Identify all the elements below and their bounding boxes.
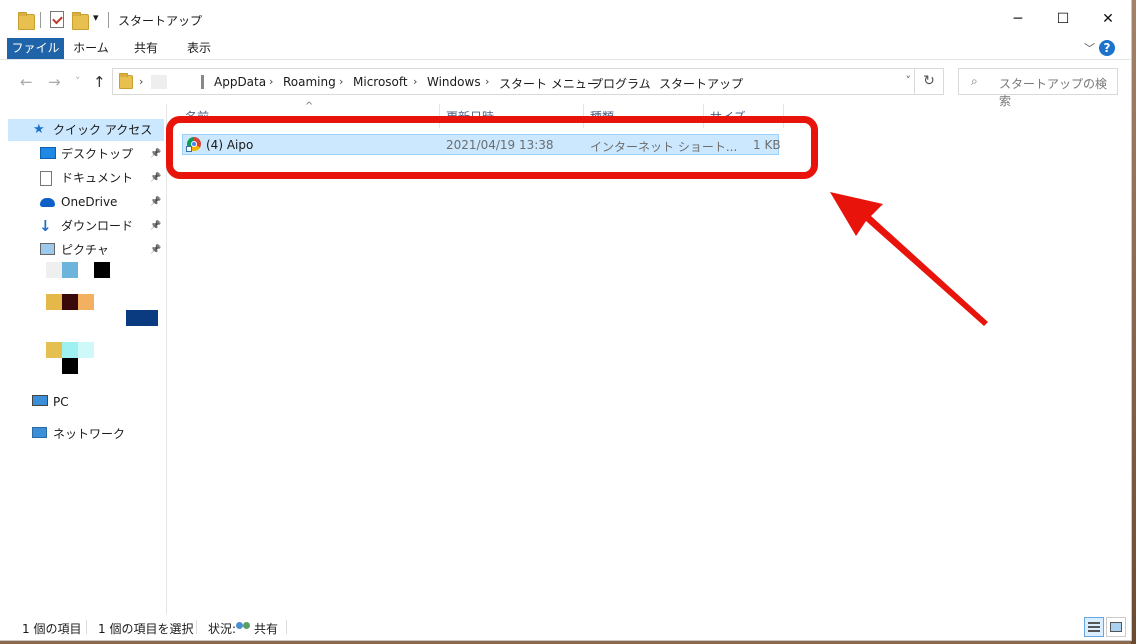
redacted-block (151, 75, 167, 89)
file-list: ^ 名前 更新日時 種類 サイズ (4) Aipo 2021/04/19 13:… (167, 101, 1131, 614)
pin-icon[interactable]: 📌 (150, 215, 161, 237)
breadcrumb-programs[interactable]: プログラム (591, 75, 651, 92)
minimize-button[interactable]: ─ (995, 0, 1041, 38)
sort-ascending-icon: ^ (305, 101, 314, 112)
forward-button[interactable]: → (48, 73, 61, 91)
breadcrumb-appdata[interactable]: AppData (214, 75, 266, 89)
sidebar-item-quick-access[interactable]: ★ クイック アクセス (8, 119, 164, 141)
redacted-block (201, 75, 204, 89)
sidebar-item-onedrive[interactable]: OneDrive 📌 (8, 191, 164, 213)
tab-view[interactable]: 表示 (177, 38, 221, 59)
share-state-label: 状況: (208, 622, 237, 636)
recent-locations-button[interactable]: ˅ (75, 75, 81, 88)
users-icon (236, 620, 252, 632)
title-bar: ▾ スタートアップ ─ ☐ ✕ (0, 0, 1131, 38)
sidebar-item-pictures[interactable]: ピクチャ 📌 (8, 239, 164, 261)
pin-icon[interactable]: 📌 (150, 167, 161, 189)
sidebar-item-label: PC (53, 395, 69, 409)
breadcrumb-microsoft[interactable]: Microsoft (353, 75, 408, 89)
document-icon (40, 171, 52, 186)
sidebar-item-downloads[interactable]: ↓ ダウンロード 📌 (8, 215, 164, 237)
sidebar-item-label: OneDrive (61, 195, 118, 209)
chevron-right-icon[interactable]: › (577, 75, 581, 88)
breadcrumb-roaming[interactable]: Roaming (283, 75, 336, 89)
tab-share[interactable]: 共有 (124, 38, 168, 59)
computer-icon (32, 395, 48, 406)
search-icon: ⌕ (971, 74, 978, 88)
sidebar-item-label: ピクチャ (61, 243, 109, 257)
customize-quick-access-icon[interactable]: ▾ (93, 11, 99, 29)
search-input[interactable]: ⌕ スタートアップの検索 (958, 68, 1118, 108)
network-icon (32, 427, 47, 438)
expand-ribbon-icon[interactable]: ﹀ (1084, 40, 1095, 56)
divider (286, 620, 287, 634)
tab-home[interactable]: ホーム (68, 38, 114, 59)
chevron-right-icon[interactable]: › (645, 75, 649, 88)
picture-icon (40, 243, 55, 255)
sidebar-item-desktop[interactable]: デスクトップ 📌 (8, 143, 164, 165)
sidebar-item-label: ダウンロード (61, 219, 134, 233)
chevron-right-icon[interactable]: › (139, 75, 143, 88)
sidebar-item-pc[interactable]: PC (8, 391, 164, 413)
address-dropdown-icon[interactable]: ˅ (906, 74, 912, 87)
breadcrumb-startup[interactable]: スタートアップ (659, 75, 743, 92)
new-folder-icon[interactable] (72, 12, 89, 30)
divider (196, 620, 197, 634)
sidebar-item-network[interactable]: ネットワーク (8, 423, 164, 445)
large-icons-view-icon[interactable] (1106, 617, 1126, 637)
tab-file[interactable]: ファイル (7, 38, 64, 59)
item-count: 1 個の項目 (22, 622, 82, 636)
close-button[interactable]: ✕ (1085, 0, 1131, 38)
highlight-annotation (166, 116, 818, 179)
ribbon-tabs: ファイル ホーム 共有 表示 ﹀ ? (0, 38, 1131, 59)
status-bar: 1 個の項目 1 個の項目を選択 状況: 共有 (0, 614, 1131, 640)
arrow-annotation (830, 192, 988, 326)
window-title: スタートアップ (118, 14, 203, 28)
chevron-right-icon[interactable]: › (485, 75, 489, 88)
pin-icon[interactable]: 📌 (150, 143, 161, 165)
selected-count: 1 個の項目を選択 (98, 622, 194, 636)
folder-icon (119, 73, 133, 89)
refresh-button[interactable]: ↻ (914, 69, 943, 94)
pin-icon[interactable]: 📌 (150, 191, 161, 213)
sidebar-item-label: ネットワーク (53, 427, 126, 441)
divider (86, 620, 87, 634)
desktop-icon (40, 147, 56, 159)
explorer-window: ▾ スタートアップ ─ ☐ ✕ ファイル ホーム 共有 表示 ﹀ ? ← → ˅… (0, 0, 1132, 641)
chevron-right-icon[interactable]: › (269, 75, 273, 88)
cloud-icon (40, 198, 55, 207)
download-icon: ↓ (39, 217, 52, 235)
sidebar-item-label: デスクトップ (61, 147, 134, 161)
details-view-icon[interactable] (1084, 617, 1104, 637)
breadcrumb-windows[interactable]: Windows (427, 75, 481, 89)
sidebar-item-label: クイック アクセス (53, 123, 153, 137)
pin-icon[interactable]: 📌 (150, 239, 161, 261)
address-bar[interactable]: › AppData › Roaming › Microsoft › Window… (112, 68, 944, 95)
properties-icon[interactable] (50, 11, 64, 28)
star-icon: ★ (33, 122, 45, 137)
divider (108, 12, 109, 28)
divider (40, 12, 41, 28)
navigation-bar: ← → ˅ ↑ › AppData › Roaming › Microsoft … (0, 59, 1131, 108)
share-state-value: 共有 (254, 622, 279, 636)
help-icon[interactable]: ? (1099, 40, 1115, 56)
sidebar-item-documents[interactable]: ドキュメント 📌 (8, 167, 164, 189)
folder-icon (18, 12, 35, 30)
sidebar-item-label: ドキュメント (61, 171, 134, 185)
chevron-right-icon[interactable]: › (339, 75, 343, 88)
navigation-pane: ★ クイック アクセス デスクトップ 📌 ドキュメント 📌 OneDrive 📌… (0, 104, 167, 614)
back-button[interactable]: ← (20, 73, 33, 91)
maximize-button[interactable]: ☐ (1040, 0, 1086, 38)
chevron-right-icon[interactable]: › (413, 75, 417, 88)
breadcrumb-start-menu[interactable]: スタート メニュー (499, 75, 599, 92)
up-button[interactable]: ↑ (93, 73, 106, 91)
